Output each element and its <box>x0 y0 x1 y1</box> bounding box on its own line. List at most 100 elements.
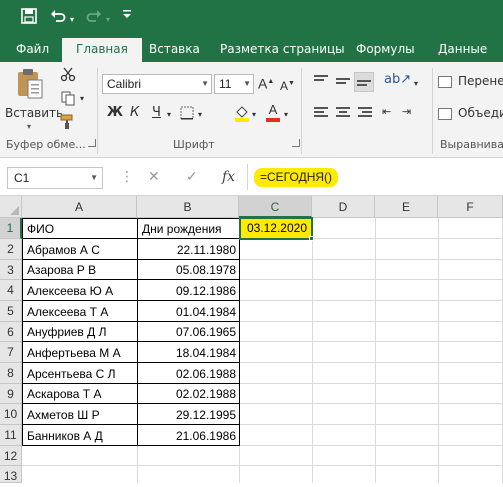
orientation-dropdown-icon[interactable]: ▾ <box>414 77 418 91</box>
font-color-button[interactable]: А <box>266 103 280 122</box>
table-cell-date[interactable]: 21.06.1986 <box>139 429 239 443</box>
row-header-5[interactable]: 5 <box>0 301 22 322</box>
redo-icon[interactable] <box>86 8 102 28</box>
column-header-b[interactable]: B <box>137 196 239 218</box>
row-header-4[interactable]: 4 <box>0 280 22 301</box>
enter-icon[interactable]: ✓ <box>186 169 198 185</box>
redo-dropdown-icon[interactable]: ▾ <box>106 11 110 29</box>
decrease-font-size-icon[interactable]: A▼ <box>280 77 295 93</box>
tab-data[interactable]: Данные <box>438 36 487 62</box>
table-cell-name[interactable]: Арсентьева С Л <box>24 367 136 381</box>
tab-formulas[interactable]: Формулы <box>356 36 415 62</box>
row-header-12[interactable]: 12 <box>0 446 22 466</box>
row-header-7[interactable]: 7 <box>0 342 22 363</box>
orientation-icon[interactable]: ab↗ <box>384 73 411 87</box>
row-header-2[interactable]: 2 <box>0 239 22 260</box>
paste-dropdown-icon[interactable]: ▾ <box>27 122 31 131</box>
borders-dropdown-icon[interactable]: ▾ <box>198 108 202 122</box>
align-left-icon[interactable] <box>314 107 328 119</box>
fill-color-icon[interactable] <box>234 104 250 125</box>
row-header-1[interactable]: 1 <box>0 218 22 239</box>
customize-qat-icon[interactable] <box>122 7 132 27</box>
table-cell-name[interactable]: Азарова Р В <box>24 263 136 277</box>
save-icon[interactable] <box>21 8 37 28</box>
table-cell-name[interactable]: Ахметов Ш Р <box>24 408 136 422</box>
row-header-11[interactable]: 11 <box>0 425 22 446</box>
cancel-icon[interactable]: ✕ <box>148 169 160 185</box>
tab-page-layout[interactable]: Разметка страницы <box>220 36 345 62</box>
row-header-10[interactable]: 10 <box>0 404 22 425</box>
column-header-d[interactable]: D <box>312 196 375 218</box>
selected-cell-c1[interactable]: 03.12.2020 <box>239 217 313 240</box>
table-cell-date[interactable]: 05.08.1978 <box>139 263 239 277</box>
row-header-6[interactable]: 6 <box>0 322 22 342</box>
ribbon: Вставить ▾ ▾ Буфер обме... Calibri ▼ 11 … <box>0 62 503 158</box>
font-name-combo[interactable]: Calibri ▼ <box>102 74 212 94</box>
wrap-text-button[interactable]: Перенес <box>438 74 503 92</box>
row-header-13[interactable]: 13 <box>0 466 22 483</box>
bold-button[interactable]: Ж <box>107 106 123 120</box>
select-all-button[interactable] <box>0 196 22 218</box>
increase-indent-icon[interactable]: ⇥ <box>402 105 411 119</box>
formula-input[interactable]: =СЕГОДНЯ() <box>254 168 339 187</box>
column-header-f[interactable]: F <box>438 196 503 218</box>
underline-dropdown-icon[interactable]: ▾ <box>167 108 171 122</box>
table-cell-name[interactable]: Аскарова Т А <box>24 387 136 401</box>
paste-button[interactable]: Вставить ▾ <box>5 66 63 132</box>
fill-color-dropdown-icon[interactable]: ▾ <box>252 108 256 122</box>
align-right-icon[interactable] <box>358 107 372 119</box>
format-painter-icon[interactable] <box>60 114 76 133</box>
table-cell-name[interactable]: Алексеева Ю А <box>24 284 136 298</box>
underline-button[interactable]: Ч <box>152 106 161 120</box>
copy-icon[interactable] <box>60 90 76 109</box>
undo-icon[interactable] <box>50 8 66 28</box>
font-launcher-icon[interactable] <box>292 139 300 147</box>
cell-b1[interactable]: Дни рождения <box>139 222 239 236</box>
column-header-a[interactable]: A <box>22 196 137 218</box>
table-cell-name[interactable]: Абрамов А С <box>24 243 136 257</box>
cell-a1[interactable]: ФИО <box>24 222 136 236</box>
insert-function-icon[interactable]: fx <box>222 169 235 185</box>
table-cell-date[interactable]: 18.04.1984 <box>139 346 239 360</box>
align-top-icon[interactable] <box>314 75 328 87</box>
table-cell-date[interactable]: 07.06.1965 <box>139 325 239 339</box>
table-cell-date[interactable]: 29.12.1995 <box>139 408 239 422</box>
tab-home[interactable]: Главная <box>62 38 142 62</box>
table-cell-name[interactable]: Анфертьева М А <box>24 346 136 360</box>
table-cell-name[interactable]: Алексеева Т А <box>24 305 136 319</box>
table-border <box>137 218 138 446</box>
row-header-3[interactable]: 3 <box>0 260 22 280</box>
table-cell-date[interactable]: 22.11.1980 <box>139 243 239 257</box>
tab-file[interactable]: Файл <box>16 36 49 62</box>
clipboard-launcher-icon[interactable] <box>88 139 96 147</box>
row-header-8[interactable]: 8 <box>0 363 22 384</box>
font-color-dropdown-icon[interactable]: ▾ <box>284 108 288 122</box>
row-header-9[interactable]: 9 <box>0 384 22 404</box>
table-cell-date[interactable]: 01.04.1984 <box>139 305 239 319</box>
formula-bar-grip-icon[interactable]: ⋮ <box>120 170 134 184</box>
column-header-e[interactable]: E <box>375 196 438 218</box>
formula-bar: C1 ▼ ⋮ ✕ ✓ fx =СЕГОДНЯ() <box>0 158 503 196</box>
align-bottom-button[interactable] <box>354 72 374 92</box>
table-cell-date[interactable]: 02.06.1988 <box>139 367 239 381</box>
align-center-icon[interactable] <box>336 107 350 119</box>
table-cell-name[interactable]: Банников А Д <box>24 429 136 443</box>
merge-center-button[interactable]: Объедин <box>438 106 503 124</box>
gridline <box>22 465 503 466</box>
cut-icon[interactable] <box>60 66 76 85</box>
table-cell-name[interactable]: Ануфриев Д Л <box>24 325 136 339</box>
name-box[interactable]: C1 ▼ <box>7 167 103 189</box>
fill-handle[interactable] <box>309 236 314 241</box>
undo-dropdown-icon[interactable]: ▾ <box>70 11 74 29</box>
decrease-indent-icon[interactable]: ⇤ <box>382 105 391 119</box>
table-cell-date[interactable]: 09.12.1986 <box>139 284 239 298</box>
italic-button[interactable]: К <box>130 106 139 120</box>
increase-font-size-icon[interactable]: A▲ <box>258 75 274 91</box>
borders-icon[interactable] <box>180 106 194 123</box>
tab-insert[interactable]: Вставка <box>149 36 200 62</box>
column-header-c[interactable]: C <box>239 196 312 218</box>
align-middle-icon[interactable] <box>336 78 350 90</box>
font-size-combo[interactable]: 11 ▼ <box>214 74 254 94</box>
copy-dropdown-icon[interactable]: ▾ <box>80 92 84 106</box>
table-cell-date[interactable]: 02.02.1988 <box>139 387 239 401</box>
